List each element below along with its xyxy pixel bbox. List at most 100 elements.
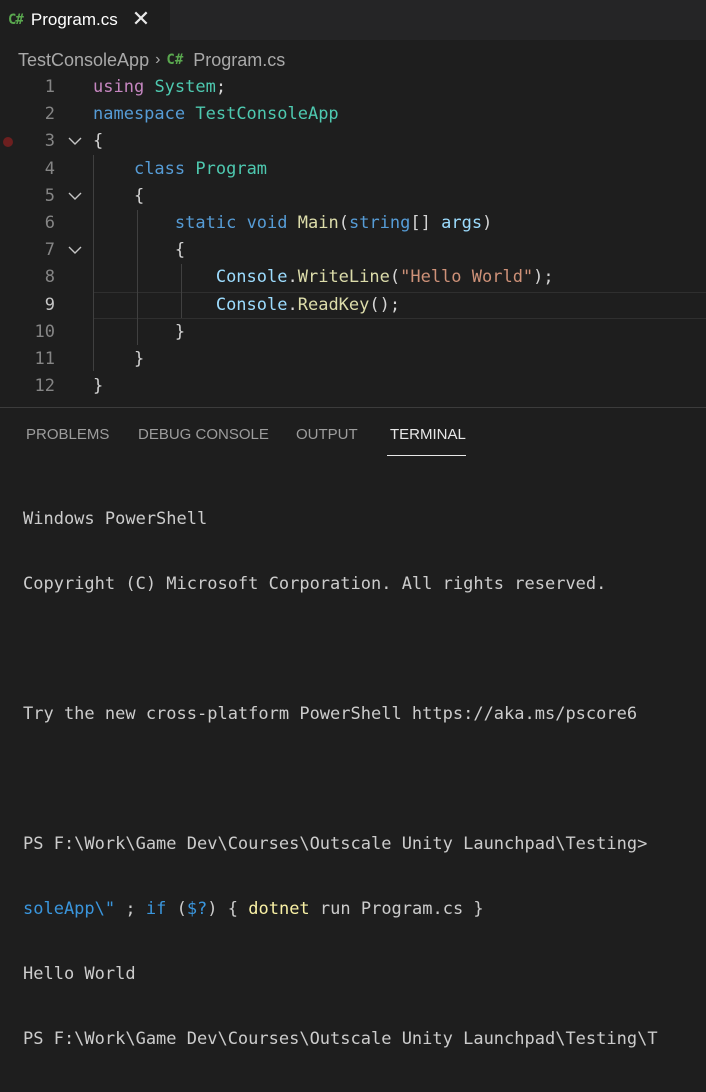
code-text: Console.WriteLine("Hello World"); [93, 264, 554, 291]
code-line[interactable]: 6 static void Main(string[] args) [0, 210, 706, 237]
close-icon[interactable]: ✕ [132, 9, 150, 31]
code-text: namespace TestConsoleApp [93, 101, 339, 128]
code-token: ReadKey [297, 294, 370, 315]
terminal-line: PS F:\Work\Game Dev\Courses\Outscale Uni… [23, 1029, 658, 1049]
line-number: 3 [44, 131, 55, 152]
code-token: WriteLine [297, 267, 390, 288]
code-line[interactable]: 2 namespace TestConsoleApp [0, 101, 706, 128]
code-token: TestConsoleApp [195, 104, 339, 125]
code-token: ); [533, 267, 554, 288]
line-number: 11 [34, 349, 55, 369]
terminal-line: Try the new cross-platform PowerShell ht… [23, 704, 638, 724]
code-line[interactable]: 11 } [0, 346, 706, 373]
chevron-right-icon: › [155, 51, 161, 68]
tab-title: Program.cs [30, 10, 118, 29]
code-token: ) [482, 213, 493, 233]
code-line[interactable]: 7 { [0, 237, 706, 264]
fold-chevron-icon[interactable] [68, 183, 84, 210]
csharp-file-icon: C# [166, 52, 184, 68]
code-line[interactable]: 4 class Program [0, 156, 706, 183]
code-token: void [246, 213, 288, 233]
code-token: { [93, 240, 186, 261]
line-number: 8 [44, 267, 55, 288]
tab-problems[interactable]: PROBLEMS [26, 426, 109, 443]
code-token: class [133, 158, 186, 179]
code-text: { [93, 183, 144, 210]
code-token: Console [215, 294, 288, 315]
code-text: } [93, 346, 144, 373]
code-token: static [174, 213, 237, 233]
code-token: } [93, 376, 104, 397]
tab-program-cs[interactable]: C# Program.cs ✕ [0, 0, 170, 40]
code-token: . [287, 294, 298, 315]
terminal-line: Copyright (C) Microsoft Corporation. All… [23, 574, 607, 594]
terminal-text: ) { [207, 899, 249, 919]
code-token: [] [410, 213, 442, 233]
terminal-variable: $? [186, 899, 208, 919]
code-token: ; [215, 77, 227, 97]
code-token: { [93, 131, 104, 152]
code-token: namespace [93, 104, 186, 125]
code-text: class Program [93, 156, 267, 183]
code-token: ( [389, 267, 401, 288]
code-token: { [93, 185, 145, 206]
fold-chevron-icon[interactable] [68, 237, 84, 264]
line-number: 7 [44, 240, 55, 261]
terminal-line: soleApp\" ; if ($?) { dotnet run Program… [23, 897, 658, 922]
code-line[interactable]: 10 } [0, 319, 706, 346]
line-number: 10 [34, 321, 55, 342]
breadcrumb: TestConsoleApp › C# Program.cs [18, 47, 285, 73]
breadcrumb-project[interactable]: TestConsoleApp [18, 50, 149, 71]
code-text: { [93, 237, 185, 264]
code-text: { [93, 128, 103, 155]
fold-chevron-icon[interactable] [68, 128, 84, 155]
line-number: 6 [44, 213, 55, 233]
terminal-command: dotnet [248, 899, 310, 919]
code-token: "Hello World" [400, 267, 534, 288]
terminal-keyword: if [145, 899, 167, 919]
tab-debug-console[interactable]: DEBUG CONSOLE [138, 426, 269, 443]
code-line[interactable]: 1 using System; [0, 74, 706, 101]
code-token: args [441, 213, 483, 233]
terminal-output[interactable]: Windows PowerShell Copyright (C) Microso… [23, 467, 658, 1092]
code-editor[interactable]: 1 using System; 2 namespace TestConsoleApp 3… [0, 74, 706, 404]
code-line[interactable]: 5 { [0, 183, 706, 210]
panel-tabs: PROBLEMS DEBUG CONSOLE OUTPUT TERMINAL [0, 408, 706, 458]
editor-tab-bar: C# Program.cs ✕ [0, 0, 706, 40]
tab-output[interactable]: OUTPUT [296, 426, 358, 443]
line-number: 5 [44, 185, 55, 206]
code-token: ( [338, 213, 349, 233]
code-token: System [154, 77, 216, 97]
terminal-text: run Program.cs } [309, 899, 484, 919]
code-token: Console [215, 267, 288, 288]
code-line[interactable]: 12} [0, 373, 706, 400]
code-token: string [348, 213, 411, 233]
code-line[interactable]: 3{ [0, 128, 706, 155]
code-text: static void Main(string[] args) [93, 210, 492, 237]
tab-terminal[interactable]: TERMINAL [390, 426, 466, 443]
code-line[interactable]: 9 Console.ReadKey(); [0, 292, 706, 319]
code-text: using System; [93, 74, 226, 101]
terminal-line: PS F:\Work\Game Dev\Courses\Outscale Uni… [23, 834, 648, 854]
code-text: } [93, 319, 185, 346]
bottom-panel: PROBLEMS DEBUG CONSOLE OUTPUT TERMINAL W… [0, 407, 706, 1049]
code-token: (); [369, 294, 401, 315]
code-token: Program [195, 158, 268, 179]
code-line[interactable]: 8 Console.WriteLine("Hello World"); [0, 264, 706, 291]
terminal-text: ; [115, 899, 146, 919]
code-token: using [93, 77, 145, 97]
breadcrumb-file[interactable]: Program.cs [193, 50, 285, 71]
line-number: 4 [44, 158, 55, 179]
code-token: } [93, 321, 186, 342]
code-text: } [93, 373, 103, 400]
csharp-file-icon: C# [8, 12, 24, 28]
